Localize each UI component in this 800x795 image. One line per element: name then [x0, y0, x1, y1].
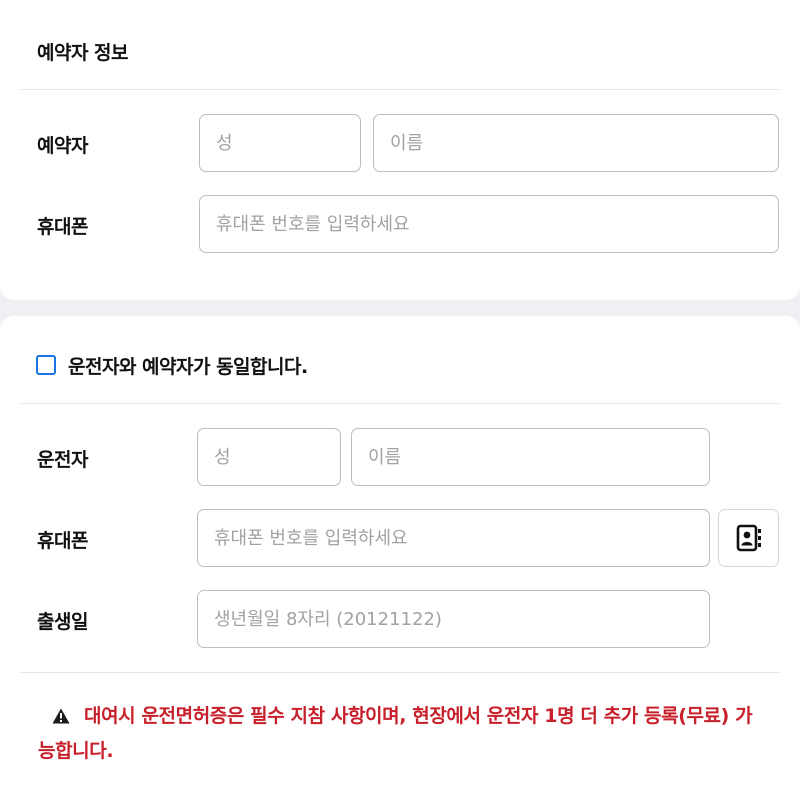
driver-birth-input[interactable]: [197, 590, 710, 648]
license-notice: 대여시 운전면허증은 필수 지참 사항이며, 현장에서 운전자 1명 더 추가 …: [38, 700, 768, 768]
divider: [21, 403, 779, 404]
reserver-first-name-input[interactable]: [373, 114, 779, 172]
divider: [21, 89, 779, 90]
reserver-section-title: 예약자 정보: [37, 42, 129, 64]
reserver-phone-label: 휴대폰: [37, 216, 88, 238]
license-notice-text: 대여시 운전면허증은 필수 지참 사항이며, 현장에서 운전자 1명 더 추가 …: [38, 705, 753, 762]
reserver-phone-input[interactable]: [199, 195, 779, 253]
driver-phone-input[interactable]: [197, 509, 710, 567]
same-as-reserver-label[interactable]: 운전자와 예약자가 동일합니다.: [68, 352, 308, 379]
driver-phone-label: 휴대폰: [37, 530, 88, 552]
warning-icon: [52, 702, 72, 735]
driver-first-name-input[interactable]: [351, 428, 710, 486]
reserver-name-label: 예약자: [37, 135, 88, 157]
driver-name-label: 운전자: [37, 449, 88, 471]
divider: [21, 672, 779, 673]
contact-picker-button[interactable]: [718, 509, 779, 567]
reserver-last-name-input[interactable]: [199, 114, 361, 172]
reserver-info-card: 예약자 정보 예약자 휴대폰: [0, 0, 800, 300]
same-as-reserver-checkbox[interactable]: [36, 355, 56, 375]
driver-birth-label: 출생일: [37, 611, 88, 633]
driver-last-name-input[interactable]: [197, 428, 341, 486]
contact-book-icon: [736, 524, 761, 552]
